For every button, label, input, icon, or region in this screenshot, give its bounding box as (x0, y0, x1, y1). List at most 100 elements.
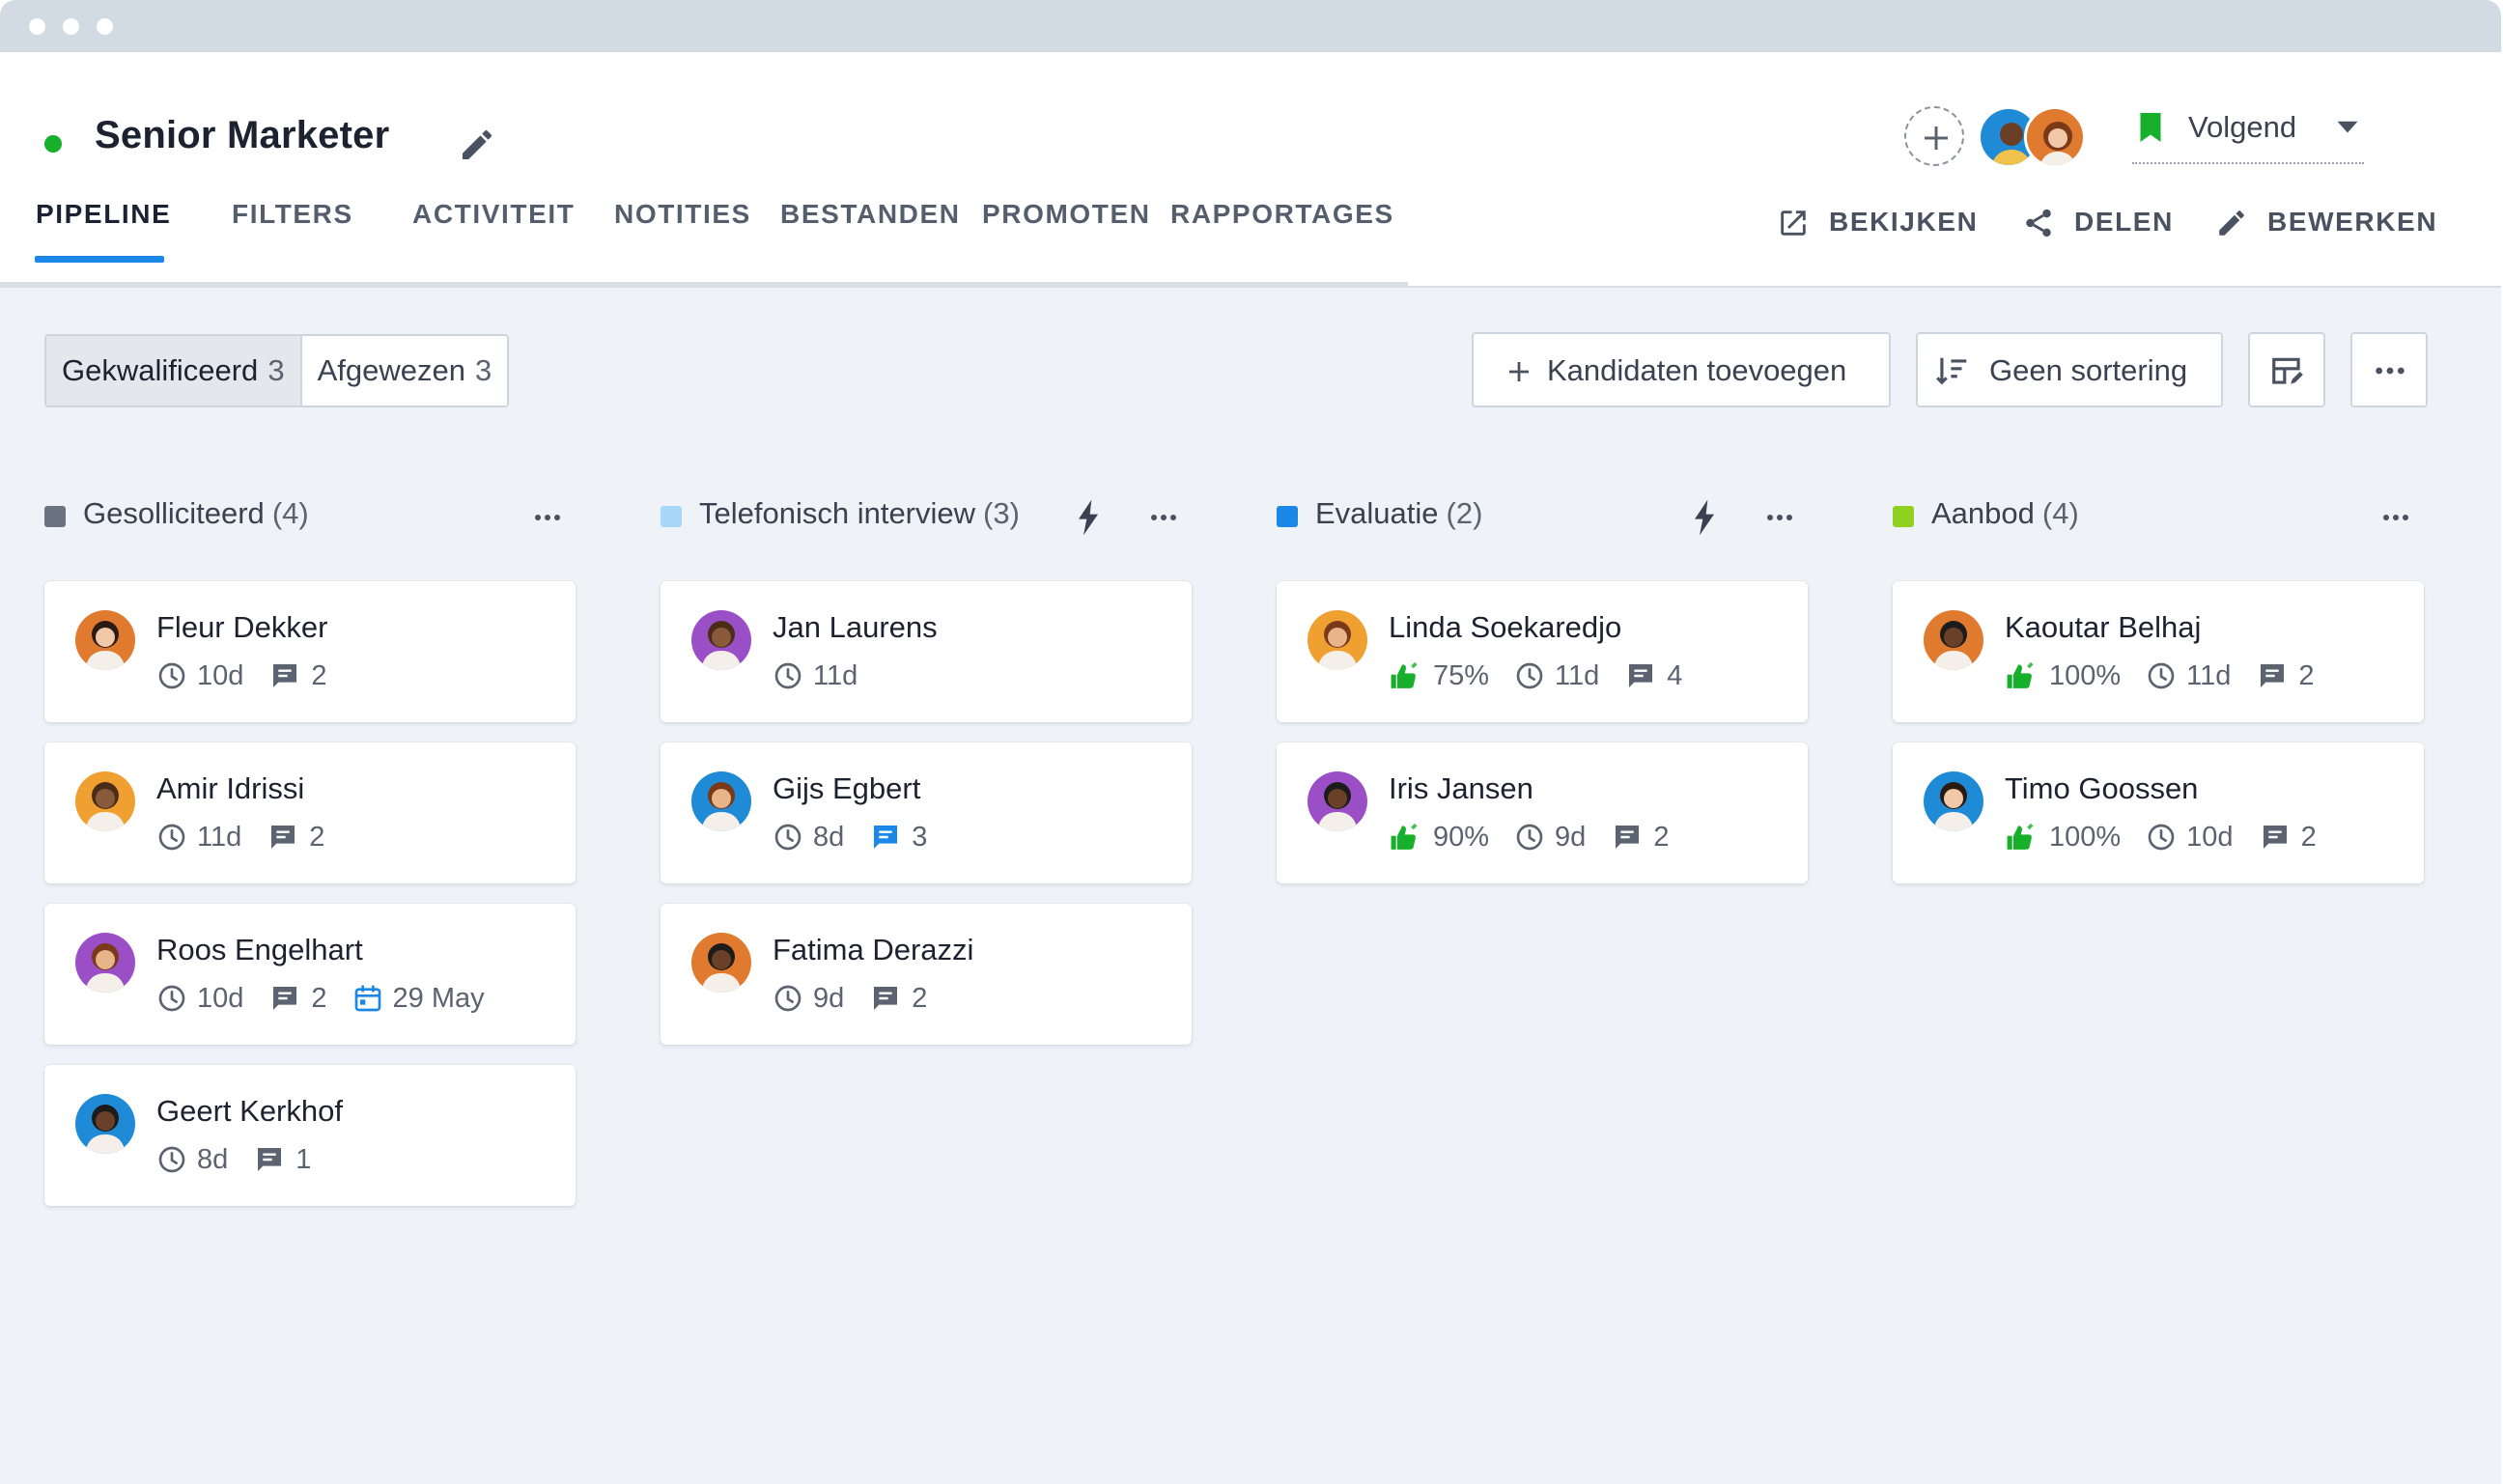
sort-dropdown[interactable]: Geen sortering (1916, 332, 2223, 407)
view-label: BEKIJKEN (1829, 207, 1979, 237)
tab-filters[interactable]: FILTERS (232, 199, 353, 230)
candidate-name: Linda Soekaredjo (1389, 610, 1622, 644)
tab-promoten[interactable]: PROMOTEN (982, 199, 1151, 230)
days-in-stage: 10d (2146, 822, 2234, 854)
share-label: DELEN (2074, 207, 2174, 237)
automation-bolt-icon[interactable] (1074, 498, 1103, 542)
edit-label: BEWERKEN (2267, 207, 2438, 237)
column-color-swatch (1893, 506, 1914, 527)
column-more-icon[interactable] (1149, 510, 1178, 527)
add-member-button[interactable] (1904, 106, 1964, 166)
column-more-icon[interactable] (533, 510, 562, 527)
comments-value: 1 (295, 1143, 312, 1175)
column-title: Evaluatie (2) (1315, 496, 1482, 531)
column-count: (2) (1446, 496, 1483, 530)
due-date: 29 May (352, 983, 485, 1015)
tab-notities[interactable]: NOTITIES (614, 199, 751, 230)
edit-title-pencil-icon[interactable] (458, 126, 496, 164)
column-title-text: Telefonisch interview (699, 496, 976, 530)
days-in-stage-value: 10d (197, 659, 244, 691)
column-header: Gesolliciteerd (4) (44, 494, 576, 537)
candidate-name: Timo Goossen (2005, 771, 2199, 805)
column-title: Gesolliciteerd (4) (83, 496, 309, 531)
avatar[interactable] (2024, 106, 2086, 168)
candidate-card[interactable]: Linda Soekaredjo 75% 11d 4 (1277, 581, 1808, 722)
candidate-card[interactable]: Amir Idrissi 11d 2 (44, 742, 576, 883)
view-button[interactable]: BEKIJKEN (1777, 203, 1977, 245)
candidate-card[interactable]: Kaoutar Belhaj 100% 11d 2 (1893, 581, 2424, 722)
candidate-card[interactable]: Jan Laurens 11d (661, 581, 1192, 722)
candidate-meta: 90% 9d 2 (1389, 820, 1694, 854)
pencil-icon (2219, 210, 2244, 236)
candidate-meta: 8d 3 (773, 820, 952, 854)
comments: 2 (1611, 822, 1669, 854)
days-in-stage: 8d (156, 1144, 228, 1176)
edit-button[interactable]: BEWERKEN (2215, 203, 2436, 245)
days-in-stage-value: 9d (813, 982, 845, 1014)
candidate-card[interactable]: Geert Kerkhof 8d 1 (44, 1065, 576, 1206)
days-in-stage-icon (773, 983, 813, 1014)
candidate-card[interactable]: Fleur Dekker 10d 2 (44, 581, 576, 722)
score-value: 100% (2049, 821, 2122, 853)
avatar (75, 610, 135, 670)
comments-value: 2 (912, 982, 928, 1014)
column-more-icon[interactable] (1765, 510, 1794, 527)
avatar (75, 771, 135, 831)
more-options-button[interactable] (2350, 332, 2428, 407)
candidate-name: Fleur Dekker (156, 610, 328, 644)
avatar (75, 933, 135, 993)
comments-icon (1611, 822, 1653, 853)
column-more-icon[interactable] (2381, 510, 2410, 527)
days-in-stage-value: 11d (1555, 659, 1600, 691)
column-count: (3) (983, 496, 1020, 530)
candidate-name: Roos Engelhart (156, 933, 363, 966)
days-in-stage: 11d (1514, 660, 1599, 692)
job-status-dot-icon (44, 135, 62, 153)
tab-activiteit[interactable]: ACTIVITEIT (412, 199, 575, 230)
days-in-stage-value: 9d (1555, 821, 1587, 853)
candidate-card[interactable]: Gijs Egbert 8d 3 (661, 742, 1192, 883)
candidate-card[interactable]: Fatima Derazzi 9d 2 (661, 904, 1192, 1045)
view-settings-button[interactable] (2248, 332, 2325, 407)
candidate-card[interactable]: Timo Goossen 100% 10d 2 (1893, 742, 2424, 883)
window-titlebar (0, 0, 2501, 52)
column-color-swatch (1277, 506, 1298, 527)
column-header: Telefonisch interview (3) (661, 494, 1192, 537)
window-dot-icon[interactable] (29, 18, 45, 35)
window-dot-icon[interactable] (63, 18, 79, 35)
window-dot-icon[interactable] (97, 18, 113, 35)
segment-qualified[interactable]: Gekwalificeerd 3 (46, 336, 300, 406)
follow-dropdown[interactable]: Volgend (2132, 104, 2364, 164)
days-in-stage-icon (2146, 822, 2186, 853)
candidate-card[interactable]: Roos Engelhart 10d 2 29 May (44, 904, 576, 1045)
pipeline-board (0, 288, 2501, 1484)
candidate-card[interactable]: Iris Jansen 90% 9d 2 (1277, 742, 1808, 883)
external-link-icon (1781, 210, 1806, 236)
column-count: (4) (2041, 496, 2079, 530)
more-horizontal-icon (2376, 367, 2405, 375)
candidate-meta: 11d 2 (156, 820, 350, 854)
share-button[interactable]: DELEN (2022, 203, 2177, 245)
tab-pipeline[interactable]: PIPELINE (36, 199, 171, 230)
segment-rejected[interactable]: Afgewezen 3 (302, 336, 508, 406)
tab-rapportages[interactable]: RAPPORTAGES (1170, 199, 1394, 230)
table-edit-icon (2272, 357, 2303, 384)
days-in-stage-icon (773, 660, 813, 691)
days-in-stage-icon (156, 660, 197, 691)
score-icon (1389, 660, 1433, 691)
tab-bestanden[interactable]: BESTANDEN (780, 199, 961, 230)
score-value: 100% (2049, 659, 2122, 691)
comments: 1 (253, 1144, 311, 1176)
add-candidates-button[interactable]: Kandidaten toevoegen (1472, 332, 1891, 407)
column-header: Aanbod (4) (1893, 494, 2424, 537)
comments: 2 (2256, 660, 2315, 692)
days-in-stage: 11d (2146, 660, 2231, 692)
column-header: Evaluatie (2) (1277, 494, 1808, 537)
comments: 4 (1624, 660, 1682, 692)
automation-bolt-icon[interactable] (1690, 498, 1719, 542)
candidate-name: Iris Jansen (1389, 771, 1533, 805)
avatar (691, 610, 751, 670)
candidate-name: Gijs Egbert (773, 771, 921, 805)
candidate-meta: 75% 11d 4 (1389, 658, 1707, 693)
comments-icon (268, 660, 311, 691)
